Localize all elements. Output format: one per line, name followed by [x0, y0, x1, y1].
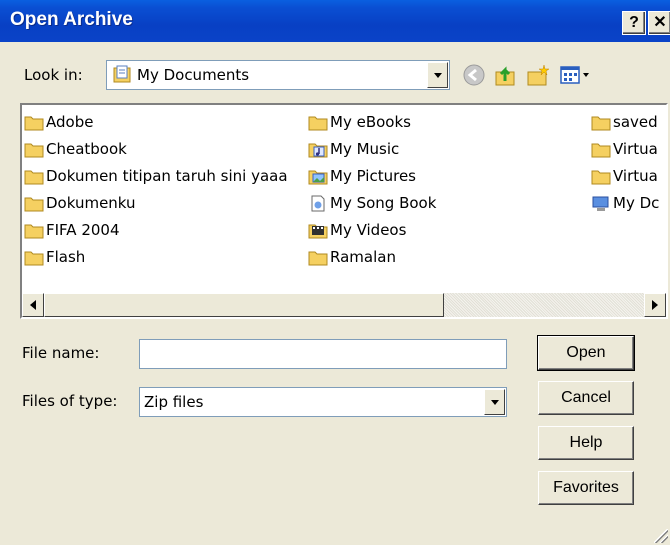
file-name-label: File name: [22, 344, 100, 362]
file-item[interactable]: saved [591, 111, 658, 133]
folder-icon [24, 116, 44, 130]
file-item-label: My Dc [613, 194, 660, 212]
look-in-label: Look in: [24, 66, 83, 84]
file-item-label: My Song Book [330, 194, 437, 212]
file-item[interactable]: Virtua [591, 138, 658, 160]
folder-icon [24, 224, 44, 238]
favorites-button[interactable]: Favorites [538, 471, 634, 505]
scrollbar-thumb[interactable] [44, 293, 444, 317]
folder-icon [24, 143, 44, 157]
title-bar[interactable]: Open Archive ? ✕ [0, 0, 670, 42]
resize-grip-icon[interactable] [654, 529, 668, 543]
file-item[interactable]: Flash [24, 246, 85, 268]
new-folder-icon[interactable] [526, 63, 550, 87]
files-of-type-value: Zip files [144, 393, 204, 411]
file-item-label: Adobe [46, 113, 94, 131]
folder-icon [24, 197, 44, 211]
folder-icon [308, 251, 328, 265]
file-item-label: My Videos [330, 221, 407, 239]
open-button[interactable]: Open [537, 335, 635, 371]
file-name-input[interactable] [139, 339, 507, 369]
file-item[interactable]: Ramalan [308, 246, 396, 268]
videos-folder-icon [308, 224, 328, 238]
back-icon[interactable] [462, 63, 486, 87]
file-item-label: Flash [46, 248, 86, 266]
folder-icon [24, 251, 44, 265]
folder-icon [591, 143, 611, 157]
file-item-label: My eBooks [330, 113, 411, 131]
look-in-value: My Documents [137, 66, 250, 84]
view-menu-icon[interactable] [558, 63, 592, 87]
folder-icon [308, 116, 328, 130]
file-item[interactable]: My Dc [591, 192, 659, 214]
folder-icon [591, 170, 611, 184]
help-button[interactable]: Help [538, 426, 634, 460]
files-of-type-dropdown[interactable]: Zip files [139, 387, 507, 417]
document-icon [311, 195, 325, 211]
folder-icon [24, 170, 44, 184]
scroll-right-icon[interactable] [644, 293, 666, 317]
music-folder-icon [308, 143, 328, 157]
file-item[interactable]: My Song Book [308, 192, 436, 214]
scroll-left-icon[interactable] [22, 293, 44, 317]
close-button[interactable]: ✕ [648, 11, 670, 35]
file-item-label: Virtua [613, 167, 658, 185]
look-in-dropdown[interactable]: My Documents [106, 60, 450, 90]
file-item-label: Cheatbook [46, 140, 127, 158]
up-folder-icon[interactable] [494, 63, 518, 87]
window-title: Open Archive [10, 9, 133, 30]
file-item-label: Dokumenku [46, 194, 136, 212]
file-item[interactable]: My Music [308, 138, 399, 160]
help-title-button[interactable]: ? [622, 11, 646, 35]
file-item[interactable]: Dokumen titipan taruh sini yaaa [24, 165, 288, 187]
pictures-folder-icon [308, 170, 328, 184]
file-item[interactable]: Dokumenku [24, 192, 136, 214]
horizontal-scrollbar[interactable] [22, 293, 666, 317]
file-list[interactable]: Adobe Cheatbook Dokumen titipan taruh si… [20, 103, 668, 319]
file-item[interactable]: Virtua [591, 165, 658, 187]
my-documents-icon [113, 65, 131, 83]
file-item[interactable]: Adobe [24, 111, 93, 133]
file-item[interactable]: FIFA 2004 [24, 219, 120, 241]
folder-icon [591, 116, 611, 130]
computer-icon [592, 196, 609, 211]
cancel-button[interactable]: Cancel [538, 381, 634, 415]
chevron-down-icon[interactable] [484, 389, 505, 415]
file-item-label: Virtua [613, 140, 658, 158]
file-item-label: My Music [330, 140, 400, 158]
file-item[interactable]: My Videos [308, 219, 406, 241]
file-item-label: Ramalan [330, 248, 396, 266]
file-item[interactable]: My eBooks [308, 111, 411, 133]
file-item[interactable]: Cheatbook [24, 138, 127, 160]
file-item-label: Dokumen titipan taruh sini yaaa [46, 167, 288, 185]
file-item[interactable]: My Pictures [308, 165, 416, 187]
file-item-label: FIFA 2004 [46, 221, 120, 239]
file-item-label: My Pictures [330, 167, 416, 185]
files-of-type-label: Files of type: [22, 392, 118, 410]
file-item-label: saved [613, 113, 658, 131]
chevron-down-icon[interactable] [427, 62, 448, 88]
